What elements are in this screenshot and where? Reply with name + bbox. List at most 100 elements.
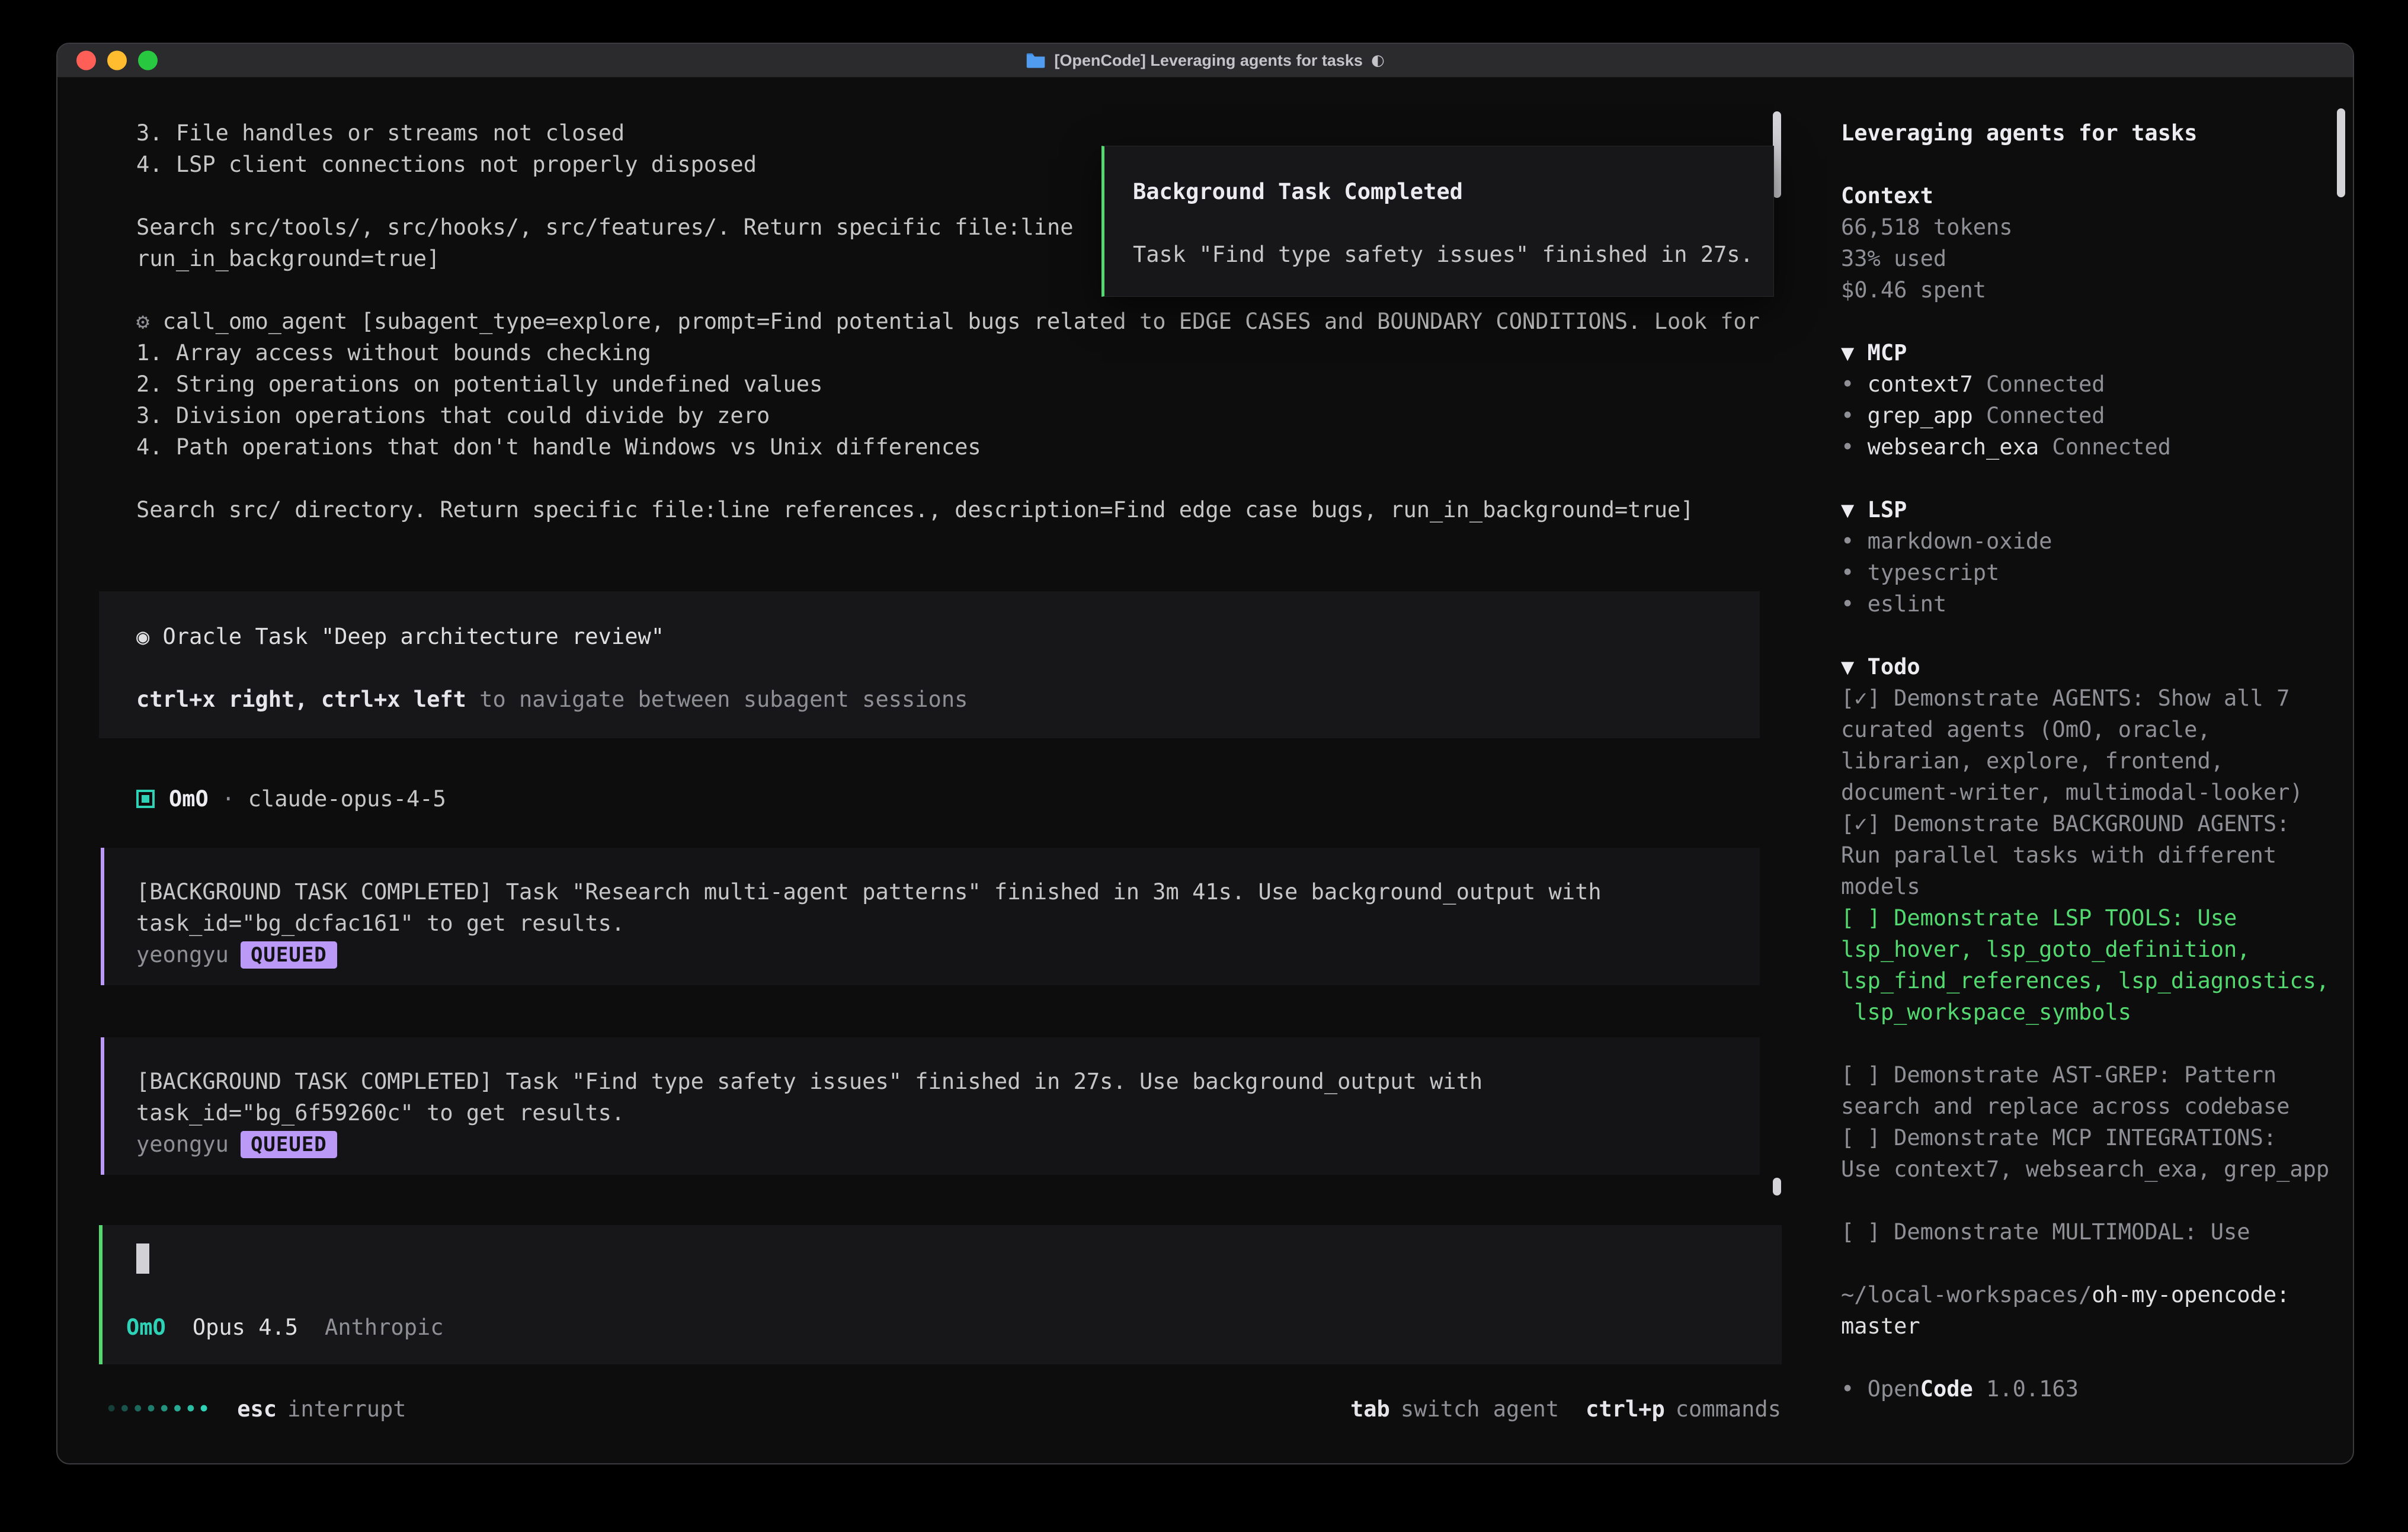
terminal-line: • context7 Connected <box>1841 368 2329 400</box>
text-segment: master <box>1841 1313 1920 1339</box>
text-segment: [ ] Demonstrate MULTIMODAL: Use <box>1841 1219 2250 1245</box>
terminal-line <box>1841 306 2329 337</box>
terminal-line: Leveraging agents for tasks <box>1841 117 2329 149</box>
text-segment: 3. File handles or streams not closed <box>136 120 625 146</box>
esc-hint: esc interrupt <box>237 1393 406 1425</box>
terminal-line <box>1841 149 2329 180</box>
transcript-scrollbar-thumb[interactable] <box>1773 111 1781 198</box>
text-segment: [ ] Demonstrate MCP INTEGRATIONS: <box>1841 1125 2276 1150</box>
text-segment: ▼ MCP <box>1841 340 1907 366</box>
terminal-line: [ ] Demonstrate AST-GREP: Pattern <box>1841 1059 2329 1091</box>
text-segment: curated agents (OmO, oracle, <box>1841 717 2211 742</box>
desktop-background: { "window": { "title": "[OpenCode] Lever… <box>0 0 2408 1532</box>
text-segment: librarian, explore, frontend, <box>1841 748 2224 774</box>
terminal-line: models <box>1841 871 2329 902</box>
agent-separator: · <box>209 783 248 815</box>
status-bar: •••••••• esc interrupt tab switch agent … <box>57 1393 1785 1425</box>
zoom-button[interactable] <box>138 51 158 70</box>
prompt-input[interactable]: OmO Opus 4.5 Anthropic <box>99 1225 1782 1364</box>
terminal-line: lsp_find_references, lsp_diagnostics, <box>1841 965 2329 996</box>
sidebar-scrollbar-thumb[interactable] <box>2337 108 2345 197</box>
input-provider-label: Anthropic <box>325 1312 443 1343</box>
window-title-text: [OpenCode] Leveraging agents for tasks <box>1054 52 1363 70</box>
text-segment: Leveraging agents for tasks <box>1841 120 2197 146</box>
esc-label: interrupt <box>287 1393 406 1425</box>
terminal-line: 3. Division operations that could divide… <box>136 400 1760 431</box>
text-segment: call_omo_agent [subagent_type=explore, p… <box>163 309 1760 334</box>
terminal-line[interactable]: ▼ Todo <box>1841 651 2329 682</box>
oracle-task-title: ◉ Oracle Task "Deep architecture review" <box>136 621 1760 652</box>
commands-hint: ctrl+p commands <box>1586 1393 1781 1425</box>
close-button[interactable] <box>76 51 96 70</box>
notification-title: Background Task Completed <box>1133 176 1773 207</box>
text-segment: ▼ LSP <box>1841 497 1907 523</box>
terminal-line: • markdown-oxide <box>1841 525 2329 557</box>
text-segment: markdown-oxide <box>1868 528 2052 554</box>
agent-model: claude-opus-4-5 <box>248 783 446 815</box>
spinner-dot: • <box>105 1396 118 1422</box>
text-segment: typescript <box>1868 560 2000 585</box>
tab-label: switch agent <box>1401 1393 1559 1425</box>
text-segment: 1.0.163 <box>1973 1376 2079 1402</box>
sidebar-content: Leveraging agents for tasks Context 66,51… <box>1841 117 2329 1405</box>
commands-label: commands <box>1676 1393 1781 1425</box>
input-agent-label: OmO <box>126 1312 166 1343</box>
terminal-line: librarian, explore, frontend, <box>1841 745 2329 777</box>
terminal-line: master <box>1841 1310 2329 1342</box>
terminal-line: [✓] Demonstrate BACKGROUND AGENTS: <box>1841 808 2329 839</box>
text-segment: • <box>1841 1376 1868 1402</box>
text-segment: Search src/tools/, src/hooks/, src/featu… <box>136 214 1074 240</box>
terminal-line: search and replace across codebase <box>1841 1091 2329 1122</box>
terminal-line[interactable]: ▼ LSP <box>1841 494 2329 525</box>
text-segment: ~/local-workspaces/ <box>1841 1282 2092 1307</box>
text-segment: 1. Array access without bounds checking <box>136 340 651 366</box>
commands-key: ctrl+p <box>1586 1393 1665 1425</box>
terminal-line <box>1841 463 2329 494</box>
text-segment: 4. Path operations that don't handle Win… <box>136 434 981 460</box>
text-segment: 2. String operations on potentially unde… <box>136 371 822 397</box>
text-segment: [ ] Demonstrate AST-GREP: Pattern <box>1841 1062 2276 1088</box>
progress-icon: ◐ <box>1371 52 1385 69</box>
text-segment: 66,518 tokens <box>1841 214 2013 240</box>
text-segment: Use context7, websearch_exa, grep_app <box>1841 1156 2329 1182</box>
terminal-line: • websearch_exa Connected <box>1841 431 2329 463</box>
terminal-line: Context <box>1841 180 2329 211</box>
text-segment: Connected <box>1973 371 2105 397</box>
terminal-line: $0.46 spent <box>1841 274 2329 306</box>
terminal-line: lsp_workspace_symbols <box>1841 996 2329 1028</box>
spacer <box>1133 207 1773 239</box>
message-meta: yeongyu QUEUED <box>136 1129 1760 1160</box>
text-segment: [✓] Demonstrate BACKGROUND AGENTS: <box>1841 811 2289 836</box>
spinner-dot: • <box>118 1396 131 1422</box>
input-model-label: Opus 4.5 <box>193 1312 298 1343</box>
message-block: [BACKGROUND TASK COMPLETED] Task "Find t… <box>101 1037 1760 1175</box>
text-segment: • <box>1841 591 1868 617</box>
main-content: 3. File handles or streams not closed 4. … <box>57 78 1785 1464</box>
text-segment: lsp_hover, lsp_goto_definition, <box>1841 937 2250 962</box>
text-segment: run_in_background=true] <box>136 246 440 271</box>
window-title: [OpenCode] Leveraging agents for tasks ◐ <box>1026 52 1384 70</box>
transcript-scrollbar-thumb-bottom[interactable] <box>1773 1178 1781 1196</box>
text-segment: lsp_workspace_symbols <box>1841 999 2131 1025</box>
message-line: [BACKGROUND TASK COMPLETED] Task "Resear… <box>136 876 1760 908</box>
terminal-line: • eslint <box>1841 588 2329 620</box>
message-meta: yeongyu QUEUED <box>136 939 1760 970</box>
text-segment: Connected <box>1973 403 2105 428</box>
oracle-task-box: ◉ Oracle Task "Deep architecture review"… <box>99 591 1760 738</box>
terminal-line <box>136 463 1760 494</box>
sidebar: Leveraging agents for tasks Context 66,51… <box>1785 78 2354 1464</box>
spinner-dot: • <box>158 1396 171 1422</box>
oracle-hint: ctrl+x right, ctrl+x left to navigate be… <box>136 684 1760 715</box>
text-segment: search and replace across codebase <box>1841 1094 2289 1119</box>
terminal-line[interactable]: ▼ MCP <box>1841 337 2329 368</box>
text-segment: • <box>1841 560 1868 585</box>
text-segment: context7 <box>1868 371 1973 397</box>
text-segment: oh-my-opencode: <box>2092 1282 2289 1307</box>
terminal-line: [ ] Demonstrate LSP TOOLS: Use <box>1841 902 2329 934</box>
text-segment: Run parallel tasks with different <box>1841 842 2276 868</box>
oracle-hint-keys: ctrl+x right, ctrl+x left <box>136 687 466 712</box>
text-segment: Search src/ directory. Return specific f… <box>136 497 1694 523</box>
tab-hint: tab switch agent <box>1350 1393 1559 1425</box>
terminal-line: document-writer, multimodal-looker) <box>1841 777 2329 808</box>
minimize-button[interactable] <box>107 51 127 70</box>
